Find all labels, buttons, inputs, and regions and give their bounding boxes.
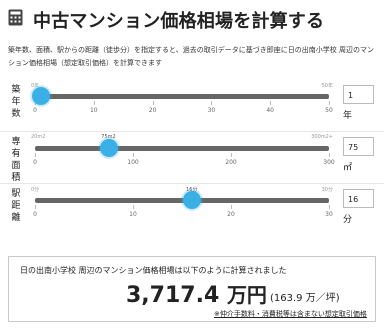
slider-ticks: 0 10 20 30 40 50 [33,101,333,114]
slider-label: 専有面積 [11,137,21,183]
result-note: ※仲介手数料・消費税等は含まない想定取引価格 [214,310,367,318]
slider-tick-label: 0 [33,107,37,114]
result-amount-unit: 万円 [226,283,267,307]
slider-thumb-value: 75m2 [101,134,116,140]
slider-row-1: 専有面積 20m2 300m2+ 0 100 200 300 75m2 75 ㎡ [0,134,384,188]
slider-row-0: 築年数 0年 50年 0 10 20 30 40 50 1 年 [0,82,384,136]
page-title: 中古マンション価格相場を計算する [33,11,325,32]
page-header: 中古マンション価格相場を計算する [0,0,384,36]
slider-tick [329,101,330,105]
slider-tick [270,101,272,105]
slider-tick-label: 10 [89,107,98,114]
slider-ticks: 0 10 20 30 [33,205,333,218]
result-lead-text: 日の出南小学校 周辺のマンション価格相場は以下のように計算されました [20,266,287,275]
slider-row-2: 駅距離 0分 30分 0 10 20 30 16分 16 分 [0,186,384,240]
slider-track[interactable] [35,94,329,99]
result-panel: 日の出南小学校 周辺のマンション価格相場は以下のように計算されました 3,717… [8,256,376,322]
value-input[interactable]: 1 [343,85,374,104]
result-per-tsubo: (163.9 万／坪) [270,293,340,304]
slider-tick-label: 10 [129,211,137,218]
slider-label: 駅距離 [11,189,21,223]
slider-tick-label: 30 [207,107,216,114]
slider-tick-label: 0 [33,211,37,218]
slider-tick [133,153,134,157]
unit-label: 分 [343,215,353,225]
slider-tick-label: 0 [33,159,37,166]
slider-tick-label: 20 [227,211,235,218]
result-amount: 3,717.4 万円 [126,279,267,308]
slider-min-label: 20m2 [31,134,46,140]
slider-tick-label: 300 [323,159,335,166]
slider-tick-label: 100 [127,159,139,166]
slider-tick-label: 20 [148,107,157,114]
slider-tick [231,205,232,209]
slider-thumb[interactable] [31,87,50,105]
slider-thumb[interactable] [182,191,201,209]
slider-max-label: 300m2+ [311,134,333,140]
slider-tick-label: 50 [325,107,333,114]
unit-label: 年 [343,111,353,121]
slider-tick [329,153,330,157]
value-input[interactable]: 16 [343,189,374,208]
row-divider [0,183,384,184]
slider-tick [93,101,95,105]
slider-thumb-value: 16分 [186,187,198,193]
unit-label: ㎡ [343,163,353,173]
slider-tick [35,153,36,157]
calculator-icon [8,9,23,26]
slider-thumb[interactable] [99,139,118,157]
description-text: 築年数、面積、駅からの距離（徒歩分）を指定すると、過去の取引データに基づき即座に… [8,46,374,67]
slider-control[interactable]: 0分 30分 0 10 20 30 16分 [31,186,333,240]
row-divider [0,131,384,132]
slider-label: 築年数 [11,85,21,119]
slider-max-label: 50年 [321,83,333,89]
slider-tick [35,205,36,209]
slider-ticks: 0 100 200 300 [33,153,335,166]
slider-tick [211,101,213,105]
result-amount-value: 3,717.4 [126,283,220,308]
slider-tick [231,153,232,157]
slider-tick-label: 40 [266,107,275,114]
slider-tick-label: 200 [225,159,237,166]
slider-tick [133,205,134,209]
slider-control[interactable]: 0年 50年 0 10 20 30 40 50 [31,82,333,136]
slider-min-label: 0分 [31,187,40,193]
slider-track[interactable] [35,146,329,151]
slider-control[interactable]: 20m2 300m2+ 0 100 200 300 75m2 [31,134,335,188]
value-input[interactable]: 75 [343,137,374,156]
slider-tick-label: 30 [325,211,333,218]
slider-tick [152,101,154,105]
slider-max-label: 30分 [321,187,333,193]
slider-tick [329,205,330,209]
